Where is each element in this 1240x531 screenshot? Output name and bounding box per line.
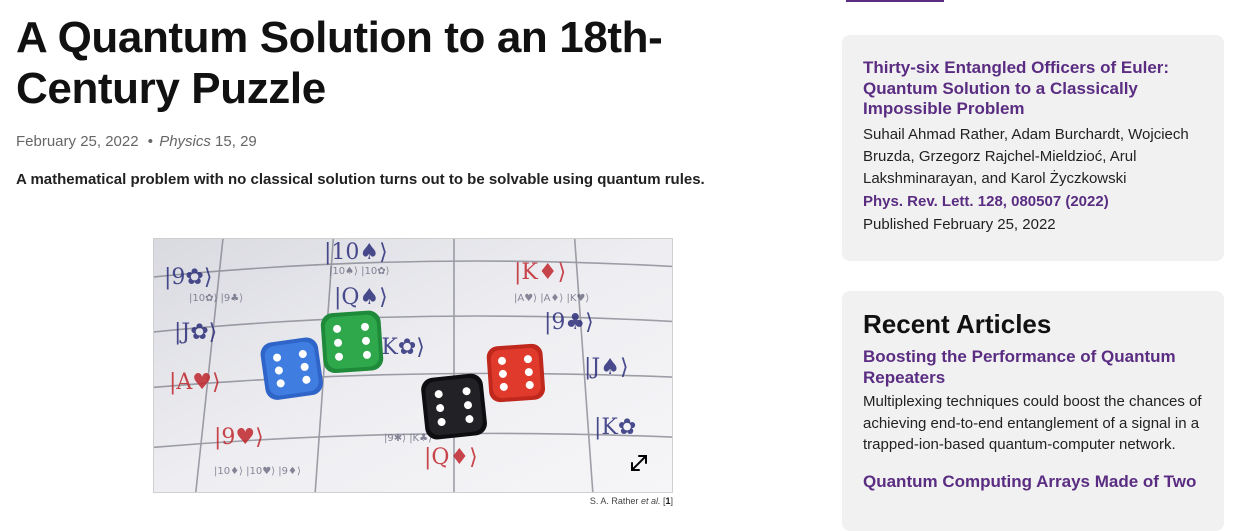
journal-volume: 15, 29 bbox=[215, 133, 257, 150]
svg-text:|9✱⟩ |K♣⟩: |9✱⟩ |K♣⟩ bbox=[384, 433, 432, 444]
article-figure[interactable]: |9✿⟩ |10♠⟩ |K♦⟩ |J✿⟩ |Q♠⟩ |9♣⟩ |A♥⟩ |K✿⟩… bbox=[153, 238, 673, 493]
image-credit: S. A. Rather et al. [1] bbox=[153, 496, 673, 506]
recent-articles-heading: Recent Articles bbox=[863, 309, 1052, 339]
svg-text:|J♠⟩: |J♠⟩ bbox=[584, 355, 629, 380]
svg-text:|J✿⟩: |J✿⟩ bbox=[174, 320, 217, 345]
recent-article-blurb: Multiplexing techniques could boost the … bbox=[863, 393, 1202, 453]
paper-card: Thirty-six Entangled Officers of Euler: … bbox=[842, 35, 1224, 261]
expand-icon[interactable] bbox=[628, 452, 650, 474]
svg-text:|10✿⟩ |9♣⟩: |10✿⟩ |9♣⟩ bbox=[189, 293, 243, 304]
svg-text:|K♦⟩: |K♦⟩ bbox=[514, 260, 566, 285]
recent-article-link[interactable]: Quantum Computing Arrays Made of Two bbox=[863, 472, 1203, 493]
svg-text:|10♦⟩ |10♥⟩ |9♦⟩: |10♦⟩ |10♥⟩ |9♦⟩ bbox=[214, 466, 301, 477]
svg-text:|Q♦⟩: |Q♦⟩ bbox=[424, 445, 478, 470]
dice-on-cards-image: |9✿⟩ |10♠⟩ |K♦⟩ |J✿⟩ |Q♠⟩ |9♣⟩ |A♥⟩ |K✿⟩… bbox=[154, 239, 672, 492]
credit-bracket-close: ] bbox=[670, 496, 673, 506]
journal-name: Physics bbox=[159, 133, 211, 150]
svg-text:|9♣⟩: |9♣⟩ bbox=[544, 310, 594, 335]
credit-etal: et al. bbox=[640, 496, 661, 506]
meta-bullet: • bbox=[147, 133, 154, 150]
svg-text:|9♥⟩: |9♥⟩ bbox=[214, 425, 264, 450]
recent-articles-card: Recent Articles Boosting the Performance… bbox=[842, 291, 1224, 531]
paper-title-link[interactable]: Thirty-six Entangled Officers of Euler: … bbox=[863, 58, 1203, 120]
paper-published-date: Published February 25, 2022 bbox=[863, 215, 1056, 233]
paper-authors: Suhail Ahmad Rather, Adam Burchardt, Woj… bbox=[863, 125, 1189, 187]
svg-text:|10♠⟩: |10♠⟩ bbox=[324, 240, 388, 265]
article-header: A Quantum Solution to an 18th-Century Pu… bbox=[16, 12, 816, 188]
article-meta: February 25, 2022 • Physics 15, 29 bbox=[16, 133, 816, 153]
paper-citation-link[interactable]: Phys. Rev. Lett. 128, 080507 (2022) bbox=[863, 193, 1203, 210]
svg-text:|10♠⟩ |10✿⟩: |10♠⟩ |10✿⟩ bbox=[329, 266, 390, 277]
svg-text:|A♥⟩ |A♦⟩ |K♥⟩: |A♥⟩ |A♦⟩ |K♥⟩ bbox=[514, 293, 589, 304]
article-date: February 25, 2022 bbox=[16, 133, 139, 150]
credit-author: S. A. Rather bbox=[589, 496, 641, 506]
svg-text:|9✿⟩: |9✿⟩ bbox=[164, 265, 212, 290]
top-accent-bar bbox=[846, 0, 944, 2]
article-title: A Quantum Solution to an 18th-Century Pu… bbox=[16, 13, 663, 113]
recent-article-link[interactable]: Boosting the Performance of Quantum Repe… bbox=[863, 347, 1203, 388]
svg-text:|A♥⟩: |A♥⟩ bbox=[169, 370, 221, 395]
article-summary: A mathematical problem with no classical… bbox=[16, 171, 705, 188]
svg-text:|K✿: |K✿ bbox=[594, 415, 636, 440]
svg-text:|Q♠⟩: |Q♠⟩ bbox=[334, 285, 388, 310]
